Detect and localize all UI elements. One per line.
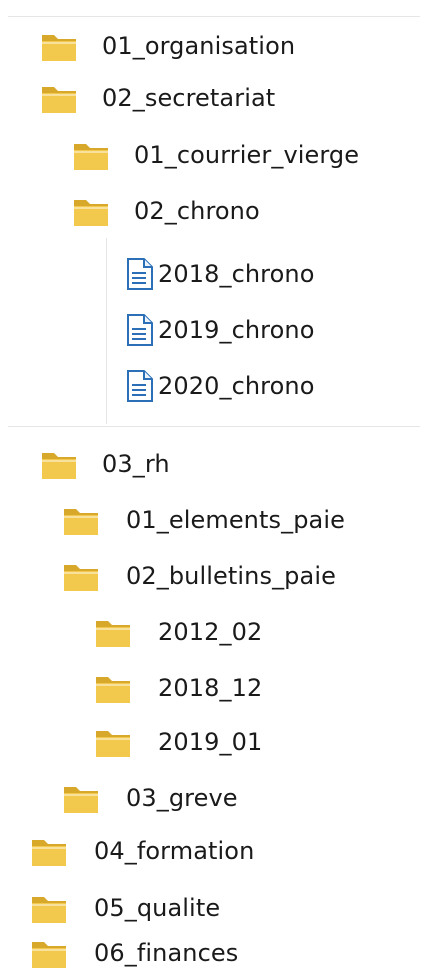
chrono-group-bottom-divider xyxy=(8,426,420,427)
tree-item-label: 01_organisation xyxy=(102,32,296,60)
tree-item-03-rh[interactable]: 03_rh xyxy=(40,436,170,492)
tree-item-label: 03_rh xyxy=(102,450,170,478)
tree-item-2018-chrono[interactable]: 2018_chrono xyxy=(124,246,315,302)
tree-item-label: 02_secretariat xyxy=(102,84,276,112)
document-icon xyxy=(124,257,156,291)
document-icon xyxy=(124,313,156,347)
chrono-group-left-border xyxy=(106,238,107,424)
folder-icon xyxy=(62,503,100,537)
tree-item-02-secretariat[interactable]: 02_secretariat xyxy=(40,70,275,126)
folder-icon xyxy=(40,81,78,115)
tree-item-label: 2019_chrono xyxy=(158,316,315,344)
top-divider xyxy=(8,16,420,17)
tree-item-04-formation[interactable]: 04_formation xyxy=(30,823,254,879)
folder-icon xyxy=(94,615,132,649)
folder-icon xyxy=(94,725,132,759)
tree-item-02-bulletins-paie[interactable]: 02_bulletins_paie xyxy=(62,548,336,604)
tree-item-label: 06_finances xyxy=(94,939,239,967)
tree-item-2018-12[interactable]: 2018_12 xyxy=(94,660,262,716)
folder-icon xyxy=(40,29,78,63)
tree-item-label: 2018_chrono xyxy=(158,260,315,288)
tree-item-label: 03_greve xyxy=(126,784,238,812)
tree-item-label: 01_elements_paie xyxy=(126,506,345,534)
tree-item-label: 2019_01 xyxy=(158,728,263,756)
tree-item-2020-chrono[interactable]: 2020_chrono xyxy=(124,358,315,414)
tree-item-label: 01_courrier_vierge xyxy=(134,141,360,169)
tree-item-01-courrier-vierge[interactable]: 01_courrier_vierge xyxy=(72,127,359,183)
document-icon xyxy=(124,369,156,403)
file-tree: 01_organisation 02_secretariat 01_courri… xyxy=(0,0,428,976)
folder-icon xyxy=(94,671,132,705)
tree-item-label: 2018_12 xyxy=(158,674,263,702)
folder-icon xyxy=(30,936,68,970)
folder-icon xyxy=(40,447,78,481)
folder-icon xyxy=(30,834,68,868)
tree-item-06-finances[interactable]: 06_finances xyxy=(30,930,238,976)
tree-item-01-organisation[interactable]: 01_organisation xyxy=(40,18,295,74)
folder-icon xyxy=(30,891,68,925)
tree-item-label: 04_formation xyxy=(94,837,255,865)
tree-item-label: 02_chrono xyxy=(134,197,260,225)
tree-item-2019-01[interactable]: 2019_01 xyxy=(94,714,262,770)
tree-item-label: 02_bulletins_paie xyxy=(126,562,336,590)
tree-item-2019-chrono[interactable]: 2019_chrono xyxy=(124,302,315,358)
tree-item-label: 2012_02 xyxy=(158,618,263,646)
tree-item-05-qualite[interactable]: 05_qualite xyxy=(30,880,220,936)
folder-icon xyxy=(62,781,100,815)
tree-item-03-greve[interactable]: 03_greve xyxy=(62,770,238,826)
tree-item-2012-02[interactable]: 2012_02 xyxy=(94,604,262,660)
tree-item-label: 05_qualite xyxy=(94,894,221,922)
tree-item-label: 2020_chrono xyxy=(158,372,315,400)
folder-icon xyxy=(72,138,110,172)
folder-icon xyxy=(72,194,110,228)
tree-item-01-elements-paie[interactable]: 01_elements_paie xyxy=(62,492,345,548)
tree-item-02-chrono[interactable]: 02_chrono xyxy=(72,183,260,239)
folder-icon xyxy=(62,559,100,593)
